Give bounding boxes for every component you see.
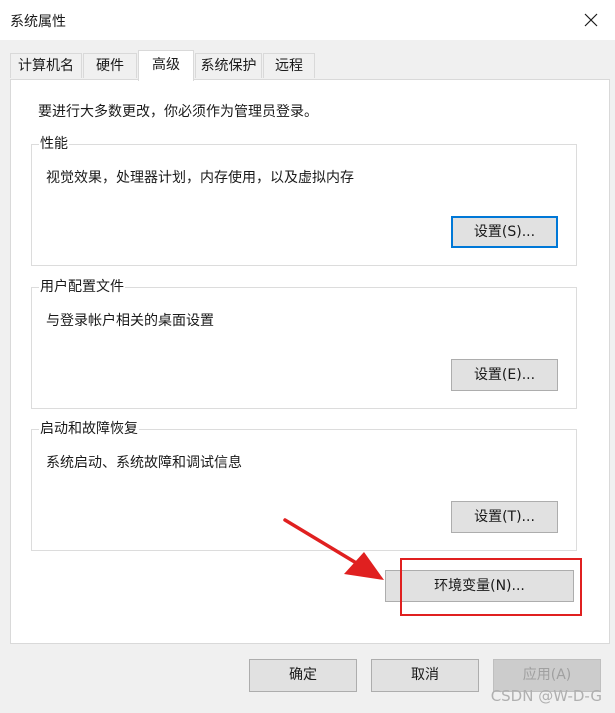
cancel-button[interactable]: 取消 [371,659,479,692]
performance-settings-button[interactable]: 设置(S)... [451,216,558,248]
annotation-highlight-box [400,558,582,616]
tab-hardware[interactable]: 硬件 [83,53,137,78]
window-title: 系统属性 [10,14,66,30]
user-profiles-description: 与登录帐户相关的桌面设置 [46,313,214,329]
tab-remote[interactable]: 远程 [263,53,315,78]
close-button[interactable] [569,0,615,40]
performance-group-label: 性能 [39,135,69,153]
ok-button[interactable]: 确定 [249,659,357,692]
admin-note: 要进行大多数更改，你必须作为管理员登录。 [38,104,318,120]
performance-group: 性能 视觉效果，处理器计划，内存使用，以及虚拟内存 设置(S)... [31,135,577,266]
watermark: CSDN @W-D-G [490,687,602,705]
system-properties-window: 系统属性 计算机名 硬件 高级 系统保护 远程 要进行大多数更改，你必须作为管理… [0,0,615,713]
annotation-arrow-icon [283,518,384,580]
user-profiles-settings-button[interactable]: 设置(E)... [451,359,558,391]
titlebar: 系统属性 [0,0,615,40]
performance-description: 视觉效果，处理器计划，内存使用，以及虚拟内存 [46,170,354,186]
user-profiles-group-label: 用户配置文件 [39,278,125,296]
startup-recovery-settings-button[interactable]: 设置(T)... [451,501,558,533]
close-icon [584,13,598,27]
tab-system-protection[interactable]: 系统保护 [195,53,262,78]
user-profiles-group: 用户配置文件 与登录帐户相关的桌面设置 设置(E)... [31,278,577,409]
startup-recovery-group-label: 启动和故障恢复 [39,420,139,438]
tab-advanced[interactable]: 高级 [138,50,194,81]
tab-computer-name[interactable]: 计算机名 [10,53,82,78]
tab-strip: 计算机名 硬件 高级 系统保护 远程 [10,50,610,81]
startup-recovery-description: 系统启动、系统故障和调试信息 [46,455,242,471]
